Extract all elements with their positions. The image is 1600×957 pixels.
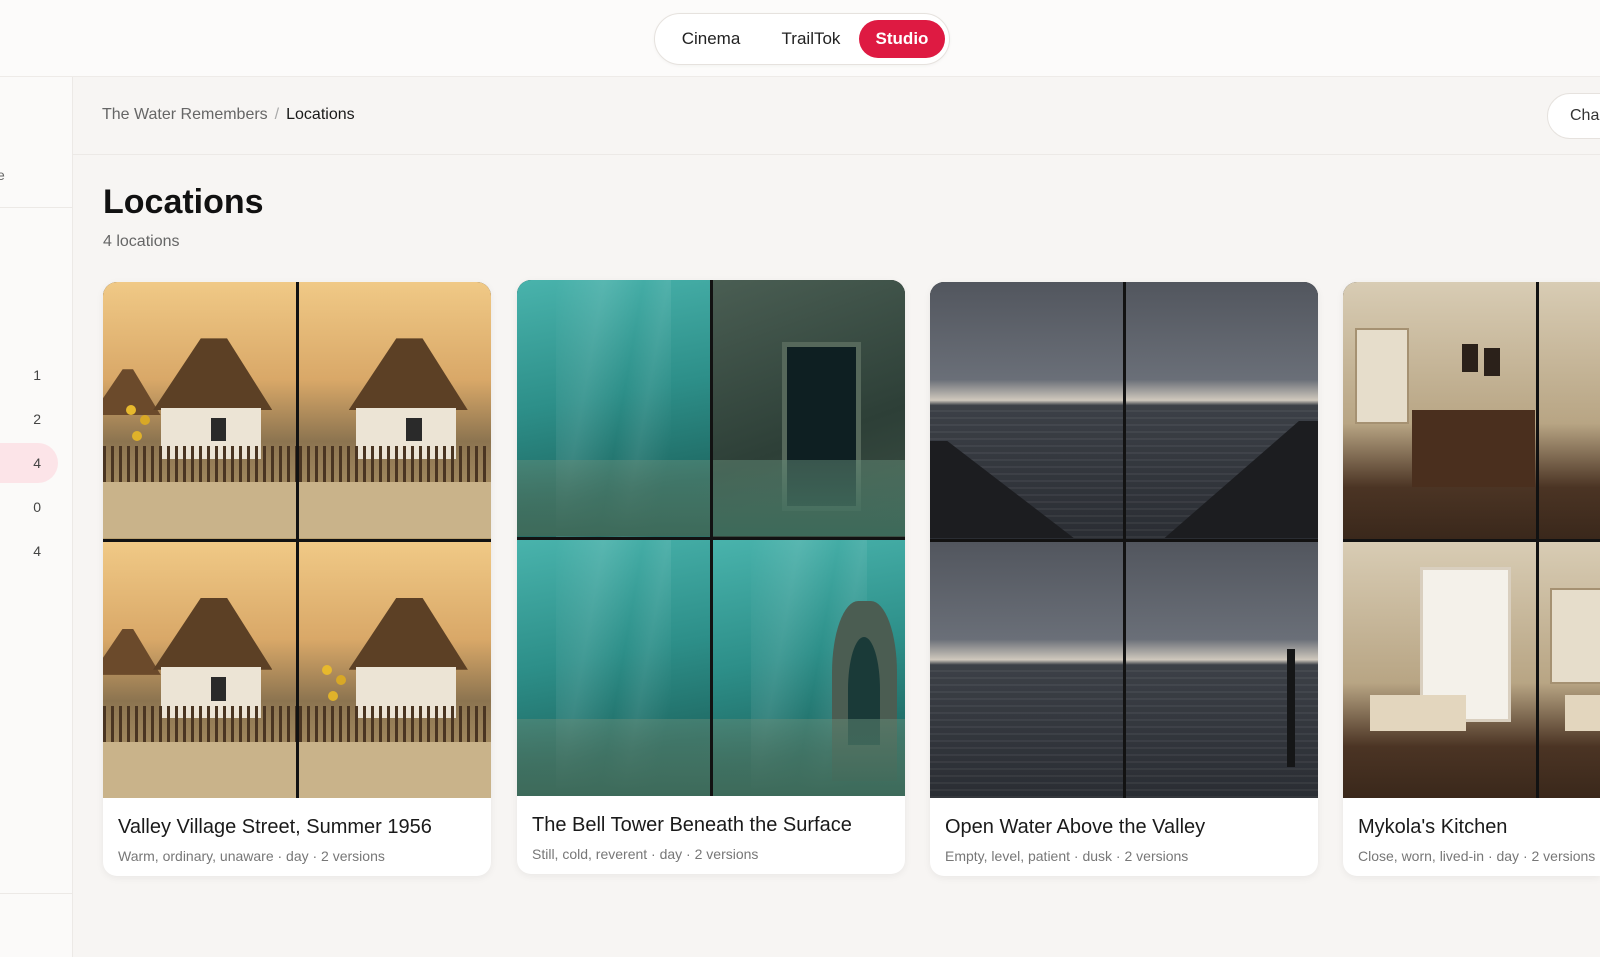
sidebar-item-count[interactable]: 2 [0, 399, 58, 439]
sidebar-divider [0, 207, 72, 208]
breadcrumb-separator: / [274, 106, 280, 123]
sidebar-text-fragment: e [0, 167, 5, 183]
location-thumbnail [1125, 541, 1318, 798]
location-thumbnail [1343, 282, 1536, 539]
location-thumbnail-grid [103, 282, 491, 798]
breadcrumb: The Water Remembers / Locations [102, 106, 355, 124]
breadcrumb-project-link[interactable]: The Water Remembers [102, 106, 268, 123]
location-meta: Warm, ordinary, unaware · day · 2 versio… [118, 848, 385, 864]
location-thumbnail [298, 282, 491, 539]
location-card[interactable]: Open Water Above the Valley Empty, level… [930, 282, 1318, 876]
location-title: Valley Village Street, Summer 1956 [118, 816, 432, 838]
mode-switch: Cinema TrailTok Studio [654, 13, 950, 65]
content-header: The Water Remembers / Locations Cha [73, 77, 1600, 155]
location-card[interactable]: Valley Village Street, Summer 1956 Warm,… [103, 282, 491, 876]
sidebar-item-count-active[interactable]: 4 [0, 443, 58, 483]
location-thumbnail [1343, 541, 1536, 798]
location-thumbnail [103, 282, 296, 539]
location-title: Mykola's Kitchen [1358, 816, 1508, 838]
sidebar: e 1 2 4 0 4 [0, 77, 73, 957]
location-meta: Still, cold, reverent · day · 2 versions [532, 846, 759, 862]
location-thumbnail [517, 539, 710, 796]
mode-studio-button[interactable]: Studio [859, 20, 945, 58]
mode-trailtok-button[interactable]: TrailTok [765, 20, 857, 58]
location-card[interactable]: The Bell Tower Beneath the Surface Still… [517, 280, 905, 874]
location-thumbnail [930, 282, 1123, 539]
location-thumbnail [1538, 541, 1600, 798]
page-title: Locations [103, 183, 264, 221]
sidebar-item-count[interactable]: 4 [0, 531, 58, 571]
header-action-button[interactable]: Cha [1547, 93, 1600, 139]
location-thumbnail [517, 280, 710, 537]
location-thumbnail [298, 541, 491, 798]
location-thumbnail [1125, 282, 1318, 539]
sidebar-item-count[interactable]: 0 [0, 487, 58, 527]
location-thumbnail [1538, 282, 1600, 539]
sidebar-item-count[interactable]: 1 [0, 355, 58, 395]
location-title: The Bell Tower Beneath the Surface [532, 814, 852, 836]
sidebar-divider [0, 893, 72, 894]
location-thumbnail [712, 280, 905, 537]
breadcrumb-current: Locations [286, 106, 355, 123]
location-meta: Close, worn, lived-in · day · 2 versions [1358, 848, 1596, 864]
location-card[interactable]: Mykola's Kitchen Close, worn, lived-in ·… [1343, 282, 1600, 876]
mode-cinema-button[interactable]: Cinema [665, 20, 757, 58]
location-title: Open Water Above the Valley [945, 816, 1206, 838]
location-thumbnail [930, 541, 1123, 798]
location-thumbnail-grid [1343, 282, 1600, 798]
location-meta: Empty, level, patient · dusk · 2 version… [945, 848, 1189, 864]
top-bar: Cinema TrailTok Studio [0, 0, 1600, 77]
location-thumbnail-grid [930, 282, 1318, 798]
location-thumbnail [712, 539, 905, 796]
location-thumbnail [103, 541, 296, 798]
location-thumbnail-grid [517, 280, 905, 796]
location-count: 4 locations [103, 233, 180, 250]
